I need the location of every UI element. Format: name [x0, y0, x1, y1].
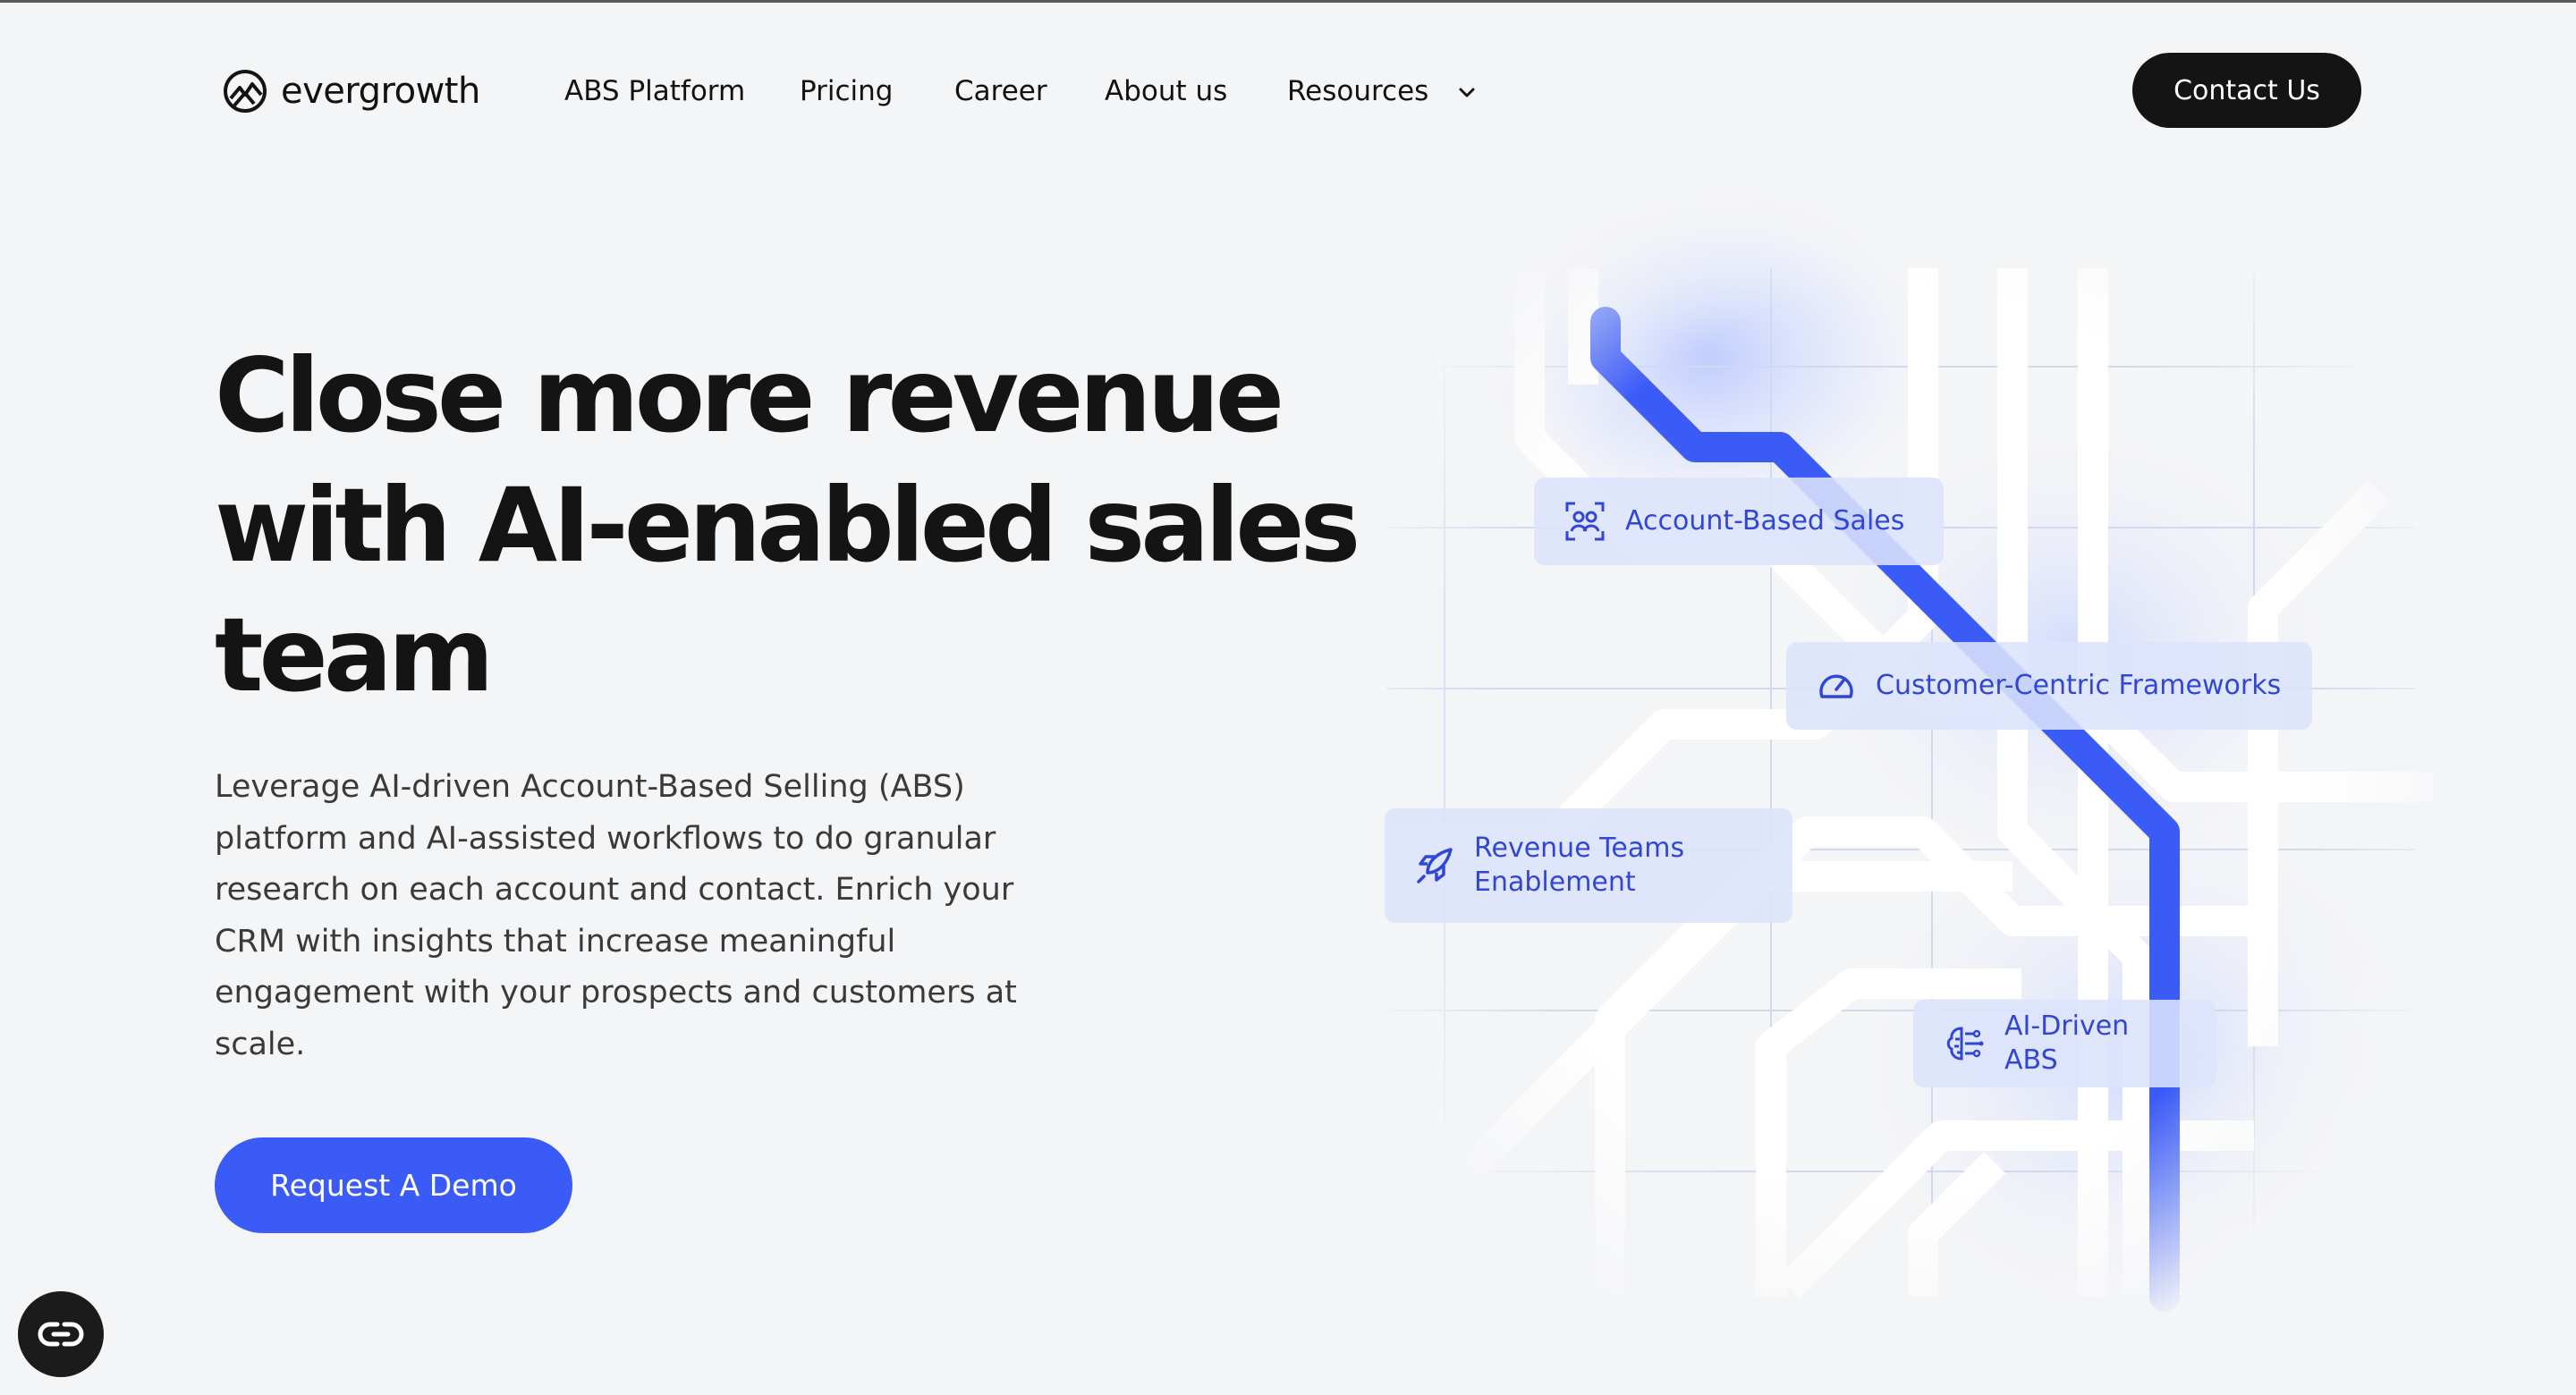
nav-about-us[interactable]: About us: [1105, 70, 1227, 113]
hero-title: Close more revenue with AI-enabled sales…: [215, 331, 1395, 720]
hero-title-line: team: [215, 596, 495, 714]
user-focus-icon: [1565, 502, 1605, 541]
nav-career[interactable]: Career: [954, 70, 1047, 113]
floating-link-button[interactable]: [18, 1291, 104, 1377]
hero-title-line: Close more revenue: [215, 336, 1284, 455]
pill-revenue-teams-enablement: Revenue Teams Enablement: [1385, 808, 1792, 923]
route-map-graphic: [1368, 152, 2433, 1332]
top-border: [0, 0, 2576, 3]
nav-pricing[interactable]: Pricing: [800, 70, 894, 113]
hero-illustration: Account-Based Sales Customer-Centric Fra…: [1368, 152, 2433, 1332]
nav-resources[interactable]: Resources: [1287, 70, 1477, 113]
nav-resources-label: Resources: [1287, 75, 1429, 107]
nav-abs-platform[interactable]: ABS Platform: [564, 70, 745, 113]
chevron-down-icon: [1459, 88, 1475, 97]
hero-title-line: with AI-enabled sales: [215, 466, 1360, 585]
pill-label: Customer-Centric Frameworks: [1876, 670, 2282, 701]
contact-us-button[interactable]: Contact Us: [2132, 53, 2361, 128]
pill-account-based-sales: Account-Based Sales: [1534, 478, 1944, 565]
pill-label: Revenue Teams Enablement: [1474, 833, 1685, 898]
hero-description: Leverage AI-driven Account-Based Selling…: [215, 769, 1017, 1062]
pill-label: AI-Driven ABS: [2004, 1010, 2130, 1076]
brand-logo[interactable]: evergrowth: [222, 67, 480, 115]
pill-customer-centric-frameworks: Customer-Centric Frameworks: [1786, 642, 2312, 730]
request-demo-button[interactable]: Request A Demo: [215, 1137, 572, 1233]
pill-ai-driven-abs: AI-Driven ABS: [1913, 1000, 2216, 1087]
rocket-icon: [1417, 848, 1453, 884]
pill-label: Account-Based Sales: [1625, 505, 1905, 537]
gauge-icon: [1819, 674, 1853, 698]
link-icon: [38, 1322, 84, 1347]
evergrowth-logo-icon: [224, 70, 267, 113]
ai-brain-icon: [1946, 1027, 1984, 1061]
brand-name: evergrowth: [281, 71, 480, 112]
